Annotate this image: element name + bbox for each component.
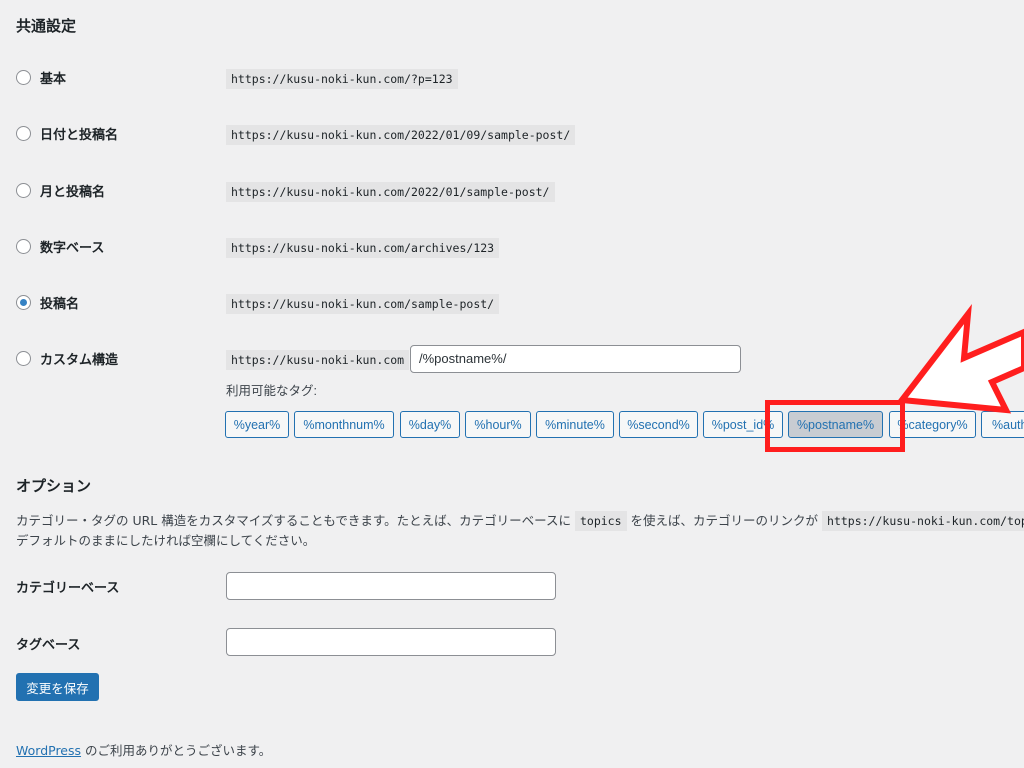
radio-numeric[interactable] — [16, 238, 31, 254]
radio-label: 数字ベース — [40, 240, 105, 256]
radio-label: 投稿名 — [40, 296, 80, 312]
tag-button-year[interactable]: %year% — [225, 411, 289, 438]
url-example: https://kusu-noki-kun.com/sample-post/ — [226, 294, 500, 314]
options-heading: オプション — [16, 477, 92, 495]
tag-base-input[interactable] — [226, 628, 556, 656]
url-example: https://kusu-noki-kun.com/2022/01/09/sam… — [226, 125, 576, 145]
save-changes-button[interactable]: 変更を保存 — [16, 673, 99, 701]
options-description-line1: カテゴリー・タグの URL 構造をカスタマイズすることもできます。たとえば、カテ… — [16, 510, 1024, 531]
tag-button-second[interactable]: %second% — [619, 411, 698, 438]
url-example: https://kusu-noki-kun.com/archives/123 — [226, 238, 500, 258]
permalink-option-plain[interactable]: 基本 — [16, 67, 66, 87]
custom-base-url: https://kusu-noki-kun.com — [226, 350, 410, 370]
radio-label: 日付と投稿名 — [40, 127, 119, 143]
radio-custom[interactable] — [16, 350, 31, 366]
tag-button-monthnum[interactable]: %monthnum% — [294, 411, 394, 438]
radio-label: カスタム構造 — [40, 352, 119, 368]
permalink-option-custom[interactable]: カスタム構造 — [16, 348, 118, 368]
category-base-input[interactable] — [226, 572, 556, 600]
topics-url-code: https://kusu-noki-kun.com/topics/ — [822, 511, 1024, 531]
permalink-option-month-name[interactable]: 月と投稿名 — [16, 180, 105, 200]
url-example: https://kusu-noki-kun.com/2022/01/sample… — [226, 182, 555, 202]
footer: WordPress のご利用ありがとうございます。 — [16, 740, 271, 759]
wordpress-link[interactable]: WordPress — [16, 743, 81, 758]
radio-label: 月と投稿名 — [40, 184, 106, 200]
radio-day-name[interactable] — [16, 125, 31, 141]
tag-button-hour[interactable]: %hour% — [465, 411, 531, 438]
url-example: https://kusu-noki-kun.com/?p=123 — [226, 69, 458, 89]
radio-month-name[interactable] — [16, 182, 31, 198]
permalink-option-day-name[interactable]: 日付と投稿名 — [16, 123, 118, 143]
description-text: を使えば、カテゴリーのリンクが — [630, 513, 819, 528]
custom-structure-input[interactable]: /%postname%/ — [410, 345, 741, 373]
radio-label: 基本 — [40, 71, 67, 87]
arrow-annotation-icon — [896, 303, 1024, 414]
tag-button-minute[interactable]: %minute% — [536, 411, 614, 438]
available-tags-label: 利用可能なタグ: — [226, 384, 317, 398]
category-base-label: カテゴリーベース — [16, 581, 120, 596]
radio-plain[interactable] — [16, 69, 31, 85]
radio-post-name[interactable] — [16, 294, 31, 310]
options-description-line2: デフォルトのままにしたければ空欄にしてください。 — [16, 533, 316, 548]
tag-base-label: タグベース — [16, 638, 81, 653]
permalink-option-post-name[interactable]: 投稿名 — [16, 292, 79, 312]
topics-code: topics — [574, 511, 627, 531]
tag-button-day[interactable]: %day% — [400, 411, 460, 438]
description-text: カテゴリー・タグの URL 構造をカスタマイズすることもできます。たとえば、カテ… — [16, 513, 571, 528]
permalink-option-numeric[interactable]: 数字ベース — [16, 236, 104, 256]
footer-text: のご利用ありがとうございます。 — [81, 743, 272, 758]
common-settings-heading: 共通設定 — [16, 17, 77, 35]
